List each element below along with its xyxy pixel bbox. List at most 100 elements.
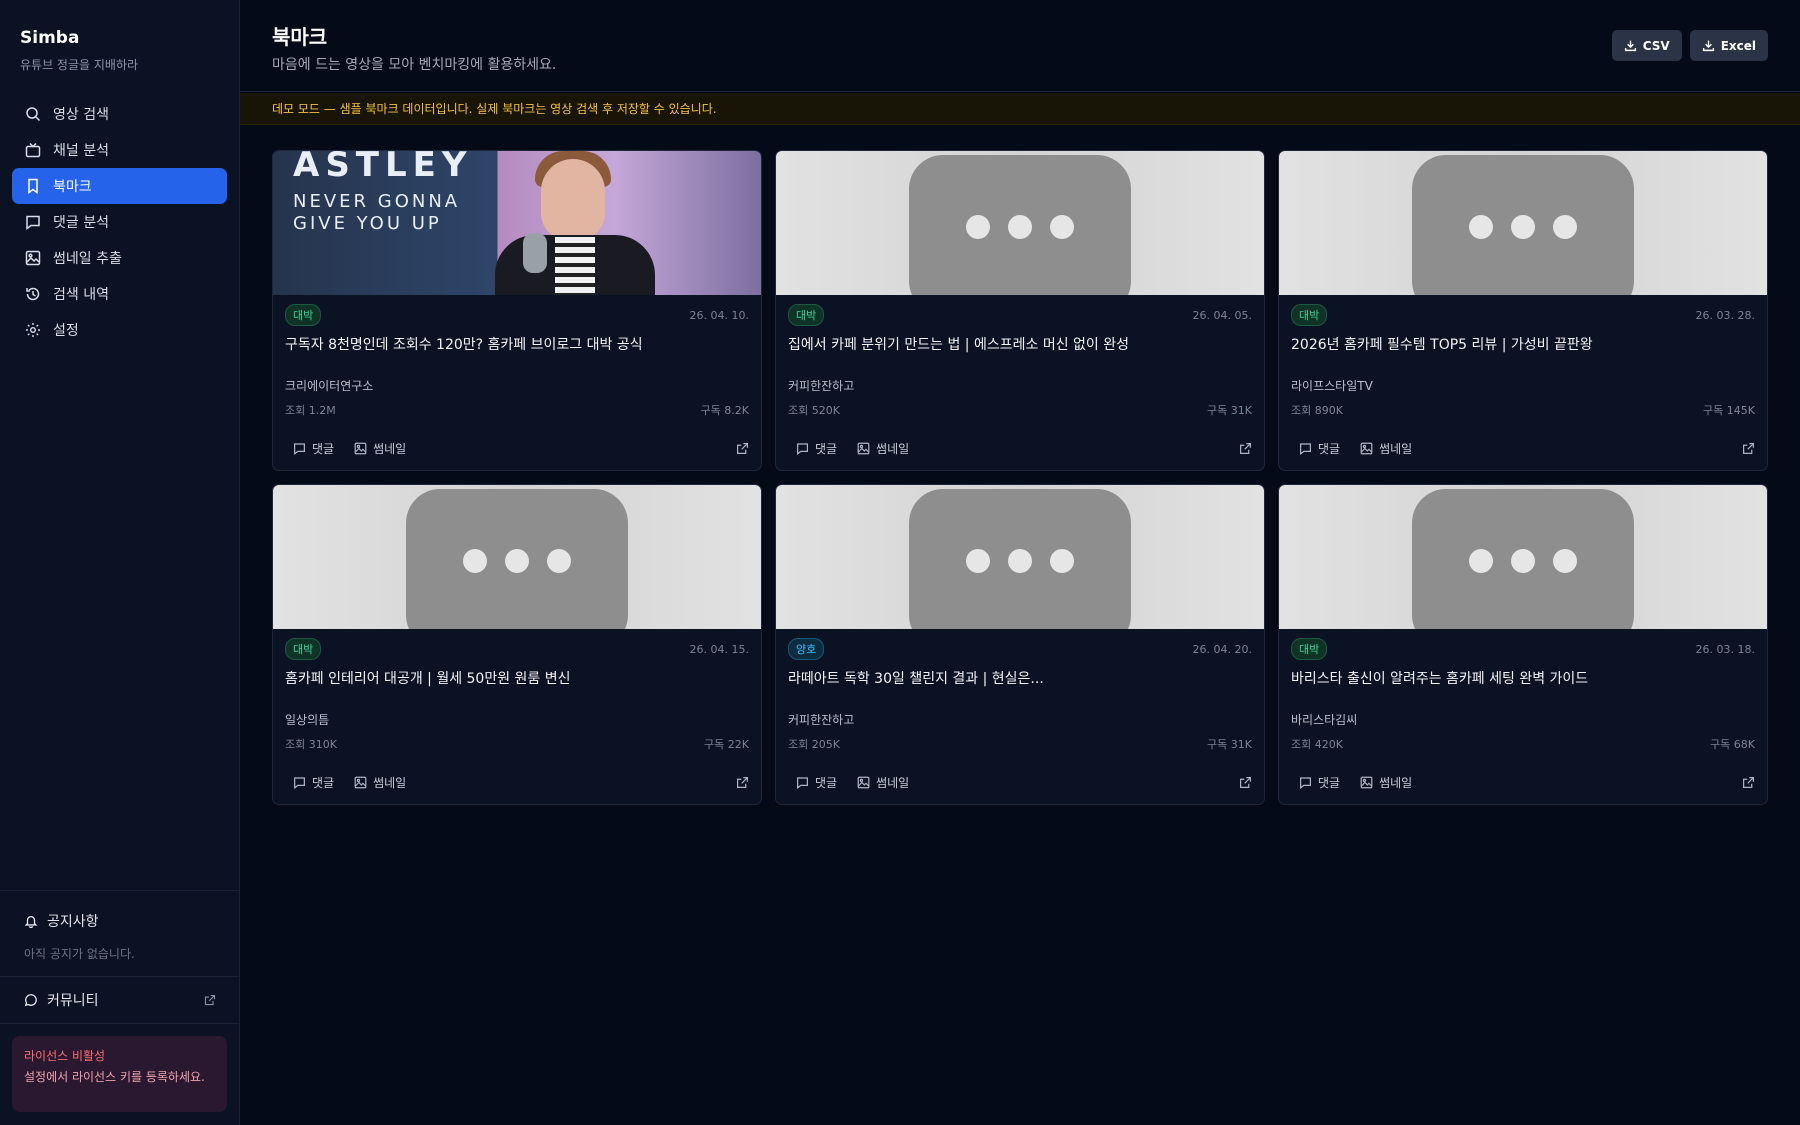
external-link-icon[interactable]: [1742, 442, 1755, 455]
thumbnail-button[interactable]: 썸네일: [354, 440, 406, 457]
video-title[interactable]: 라떼아트 독학 30일 챌린지 결과 | 현실은...: [788, 668, 1252, 688]
video-thumbnail[interactable]: [1279, 485, 1767, 629]
image-icon: [1360, 442, 1373, 455]
view-count: 조회 420K: [1291, 738, 1343, 751]
bookmark-icon: [28, 178, 38, 194]
comments-button[interactable]: 댓글: [796, 774, 837, 791]
export-csv-button[interactable]: CSV: [1611, 30, 1682, 61]
comments-button[interactable]: 댓글: [293, 440, 334, 457]
publish-date: 26. 03. 18.: [1695, 642, 1755, 656]
gear-icon: [26, 323, 40, 337]
sidebar-item-search-history[interactable]: 검색 내역: [12, 276, 227, 312]
subscriber-count: 구독 68K: [1710, 738, 1755, 751]
app-tagline: 유튜브 정글을 지배하라: [20, 58, 139, 72]
community-label: 커뮤니티: [47, 993, 99, 1009]
comments-button[interactable]: 댓글: [796, 440, 837, 457]
sidebar-item-bookmarks[interactable]: 북마크: [12, 168, 227, 204]
video-thumbnail[interactable]: [1279, 151, 1767, 295]
video-title[interactable]: 바리스타 출신이 알려주는 홈카페 세팅 완벽 가이드: [1291, 668, 1755, 688]
bell-icon: [24, 915, 38, 928]
subscriber-count: 구독 31K: [1207, 738, 1252, 751]
notice-panel: 공지사항 아직 공지가 없습니다.: [0, 890, 240, 976]
bookmark-card: ASTLEY NEVER GONNA GIVE YOU UP 대박 26. 04. …: [272, 150, 762, 471]
thumbnail-placeholder: [776, 151, 1264, 295]
bookmark-card: 양호 26. 04. 20. 라떼아트 독학 30일 챌린지 결과 | 현실은.…: [775, 484, 1265, 805]
export-excel-label: Excel: [1720, 38, 1756, 53]
thumbnail-button[interactable]: 썸네일: [857, 440, 909, 457]
page-title: 북마크: [272, 25, 328, 49]
image-icon: [1360, 776, 1373, 789]
video-title[interactable]: 구독자 8천명인데 조회수 120만? 홈카페 브이로그 대박 공식: [285, 334, 749, 354]
video-title[interactable]: 홈카페 인테리어 대공개 | 월세 50만원 원룸 변신: [285, 668, 749, 688]
thumbnail-text-line: NEVER GONNA: [293, 191, 461, 212]
external-link-icon[interactable]: [736, 442, 749, 455]
publish-date: 26. 04. 10.: [689, 308, 749, 322]
video-title[interactable]: 2026년 홈카페 필수템 TOP5 리뷰 | 가성비 끝판왕: [1291, 334, 1755, 354]
performance-badge: 대박: [285, 304, 322, 326]
video-thumbnail[interactable]: [776, 485, 1264, 629]
license-warning[interactable]: 라이선스 비활성 설정에서 라이선스 키를 등록하세요.: [12, 1036, 227, 1112]
sidebar-item-settings[interactable]: 설정: [12, 312, 227, 348]
publish-date: 26. 03. 28.: [1695, 308, 1755, 322]
sidebar-item-comment-analysis[interactable]: 댓글 분석: [12, 204, 227, 240]
page-header: 북마크 마음에 드는 영상을 모아 벤치마킹에 활용하세요. CSV Excel: [240, 0, 1800, 92]
chat-bubble-icon: [24, 994, 37, 1007]
video-thumbnail[interactable]: [776, 151, 1264, 295]
loading-dots-icon: [966, 549, 1074, 573]
notice-header: 공지사항: [24, 911, 216, 931]
comment-icon: [1300, 777, 1311, 789]
thumbnail-button[interactable]: 썸네일: [354, 774, 406, 791]
comments-label: 댓글: [1318, 776, 1341, 790]
sidebar-item-channel-analysis[interactable]: 채널 분석: [12, 132, 227, 168]
comments-button[interactable]: 댓글: [1299, 440, 1340, 457]
image-icon: [354, 442, 367, 455]
history-icon: [26, 287, 40, 301]
thumbnail-button[interactable]: 썸네일: [1360, 440, 1412, 457]
bookmark-card: 대박 26. 03. 18. 바리스타 출신이 알려주는 홈카페 세팅 완벽 가…: [1278, 484, 1768, 805]
download-icon: [1624, 40, 1636, 52]
image-icon: [25, 250, 41, 266]
sidebar: Simba 유튜브 정글을 지배하라 영상 검색 채널 분석 북마크 댓글 분석…: [0, 0, 240, 1125]
tv-icon: [25, 142, 41, 158]
performance-badge: 대박: [788, 304, 825, 326]
brand: Simba 유튜브 정글을 지배하라: [20, 28, 138, 73]
thumbnail-label: 썸네일: [373, 442, 407, 456]
sidebar-item-thumbnail-extract[interactable]: 썸네일 추출: [12, 240, 227, 276]
export-csv-label: CSV: [1642, 38, 1670, 53]
view-count: 조회 205K: [788, 738, 840, 751]
export-excel-button[interactable]: Excel: [1689, 30, 1768, 61]
thumbnail-button[interactable]: 썸네일: [857, 774, 909, 791]
view-count: 조회 1.2M: [285, 404, 336, 417]
demo-mode-banner: 데모 모드 — 샘플 북마크 데이터입니다. 실제 북마크는 영상 검색 후 저…: [240, 93, 1800, 125]
external-link-icon[interactable]: [1239, 776, 1252, 789]
bookmark-card: 대박 26. 03. 28. 2026년 홈카페 필수템 TOP5 리뷰 | 가…: [1278, 150, 1768, 471]
sidebar-item-label: 설정: [53, 323, 79, 339]
thumbnail-label: 썸네일: [1379, 776, 1413, 790]
video-thumbnail[interactable]: ASTLEY NEVER GONNA GIVE YOU UP: [273, 151, 761, 295]
comment-icon: [26, 215, 40, 230]
comments-button[interactable]: 댓글: [293, 774, 334, 791]
sidebar-nav: 영상 검색 채널 분석 북마크 댓글 분석 썸네일 추출 검색 내역 설정: [12, 96, 227, 348]
thumbnail-label: 썸네일: [373, 776, 407, 790]
comments-label: 댓글: [815, 776, 838, 790]
comments-label: 댓글: [1318, 442, 1341, 456]
community-link[interactable]: 커뮤니티: [0, 976, 240, 1024]
sidebar-item-label: 북마크: [53, 179, 92, 195]
thumbnail-button[interactable]: 썸네일: [1360, 774, 1412, 791]
performance-badge: 대박: [285, 638, 322, 660]
sidebar-item-video-search[interactable]: 영상 검색: [12, 96, 227, 132]
subscriber-count: 구독 22K: [704, 738, 749, 751]
performance-badge: 양호: [788, 638, 825, 660]
comments-button[interactable]: 댓글: [1299, 774, 1340, 791]
microphone-icon: [523, 233, 547, 273]
license-desc: 설정에서 라이선스 키를 등록하세요.: [24, 1070, 205, 1084]
external-link-icon[interactable]: [1239, 442, 1252, 455]
sidebar-item-label: 검색 내역: [53, 287, 109, 303]
comment-icon: [797, 777, 808, 789]
external-link-icon[interactable]: [1742, 776, 1755, 789]
notice-title: 공지사항: [47, 914, 99, 930]
bookmark-card: 대박 26. 04. 15. 홈카페 인테리어 대공개 | 월세 50만원 원룸…: [272, 484, 762, 805]
video-title[interactable]: 집에서 카페 분위기 만드는 법 | 에스프레소 머신 없이 완성: [788, 334, 1252, 354]
video-thumbnail[interactable]: [273, 485, 761, 629]
external-link-icon[interactable]: [736, 776, 749, 789]
